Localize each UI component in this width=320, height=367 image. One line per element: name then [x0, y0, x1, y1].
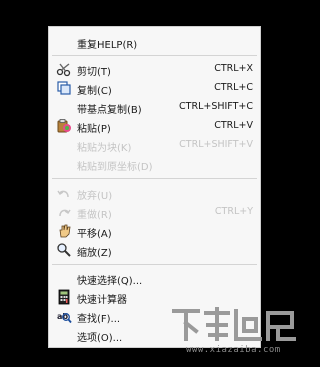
menu-item-shortcut: CTRL+SHIFT+C [179, 101, 253, 112]
menu-item-label: 快速计算器 [77, 295, 127, 306]
menu-item-paste-as-block: 粘贴为块(K) CTRL+SHIFT+V [49, 135, 260, 155]
redo-icon [56, 204, 72, 220]
undo-icon [56, 185, 72, 201]
site-watermark: www.xiazaiba.com [170, 305, 298, 355]
menu-item-label: 剪切(T) [77, 67, 111, 78]
menu-item-shortcut: CTRL+Y [214, 206, 253, 217]
menu-item-label: 粘贴(P) [77, 124, 111, 135]
menu-item-shortcut: CTRL+X [214, 63, 253, 74]
menu-item-label: 平移(A) [77, 229, 112, 240]
menu-item-shortcut: CTRL+V [214, 120, 253, 131]
menu-item-label: 粘贴为块(K) [77, 143, 132, 154]
pan-icon [56, 223, 72, 239]
menu-item-redo: 重做(R) CTRL+Y [49, 202, 260, 222]
copy-icon [56, 80, 72, 96]
menu-item-label: 放弃(U) [77, 191, 113, 202]
menu-item-label: 选项(O)... [77, 333, 123, 344]
context-menu: 重复HELP(R) 剪切(T) CTRL+X 复制(C) CTRL+C 带基点复… [48, 26, 261, 348]
menu-item-label: 重复HELP(R) [77, 40, 138, 51]
menu-separator [52, 178, 257, 179]
menu-item-quick-calculator[interactable]: 快速计算器 [49, 287, 260, 307]
menu-item-copy[interactable]: 复制(C) CTRL+C [49, 78, 260, 98]
menu-separator [52, 55, 257, 56]
menu-item-label: 复制(C) [77, 86, 112, 97]
watermark-url: www.xiazaiba.com [186, 345, 281, 355]
find-icon: ab [56, 308, 72, 324]
menu-item-shortcut: CTRL+C [214, 82, 253, 93]
menu-item-label: 重做(R) [77, 210, 112, 221]
menu-item-pan[interactable]: 平移(A) [49, 221, 260, 241]
menu-item-label: 带基点复制(B) [77, 105, 142, 116]
calculator-icon [56, 289, 72, 305]
menu-item-label: 粘贴到原坐标(D) [77, 162, 153, 173]
paste-icon [56, 118, 72, 134]
scissors-icon [56, 61, 72, 77]
menu-item-repeat-help[interactable]: 重复HELP(R) [49, 32, 260, 52]
menu-item-label: 缩放(Z) [77, 248, 112, 259]
menu-item-quick-select[interactable]: 快速选择(Q)... [49, 268, 260, 288]
menu-separator [52, 264, 257, 265]
zoom-icon [56, 242, 72, 258]
menu-item-undo: 放弃(U) [49, 183, 260, 203]
menu-item-paste-original-coords: 粘贴到原坐标(D) [49, 154, 260, 174]
menu-item-copy-base-point[interactable]: 带基点复制(B) CTRL+SHIFT+C [49, 97, 260, 117]
menu-item-label: 查找(F)... [77, 314, 121, 325]
watermark-logo [172, 307, 296, 341]
menu-item-zoom[interactable]: 缩放(Z) [49, 240, 260, 260]
menu-item-label: 快速选择(Q)... [77, 276, 143, 287]
menu-item-paste[interactable]: 粘贴(P) CTRL+V [49, 116, 260, 136]
menu-item-cut[interactable]: 剪切(T) CTRL+X [49, 59, 260, 79]
menu-item-shortcut: CTRL+SHIFT+V [179, 139, 253, 150]
